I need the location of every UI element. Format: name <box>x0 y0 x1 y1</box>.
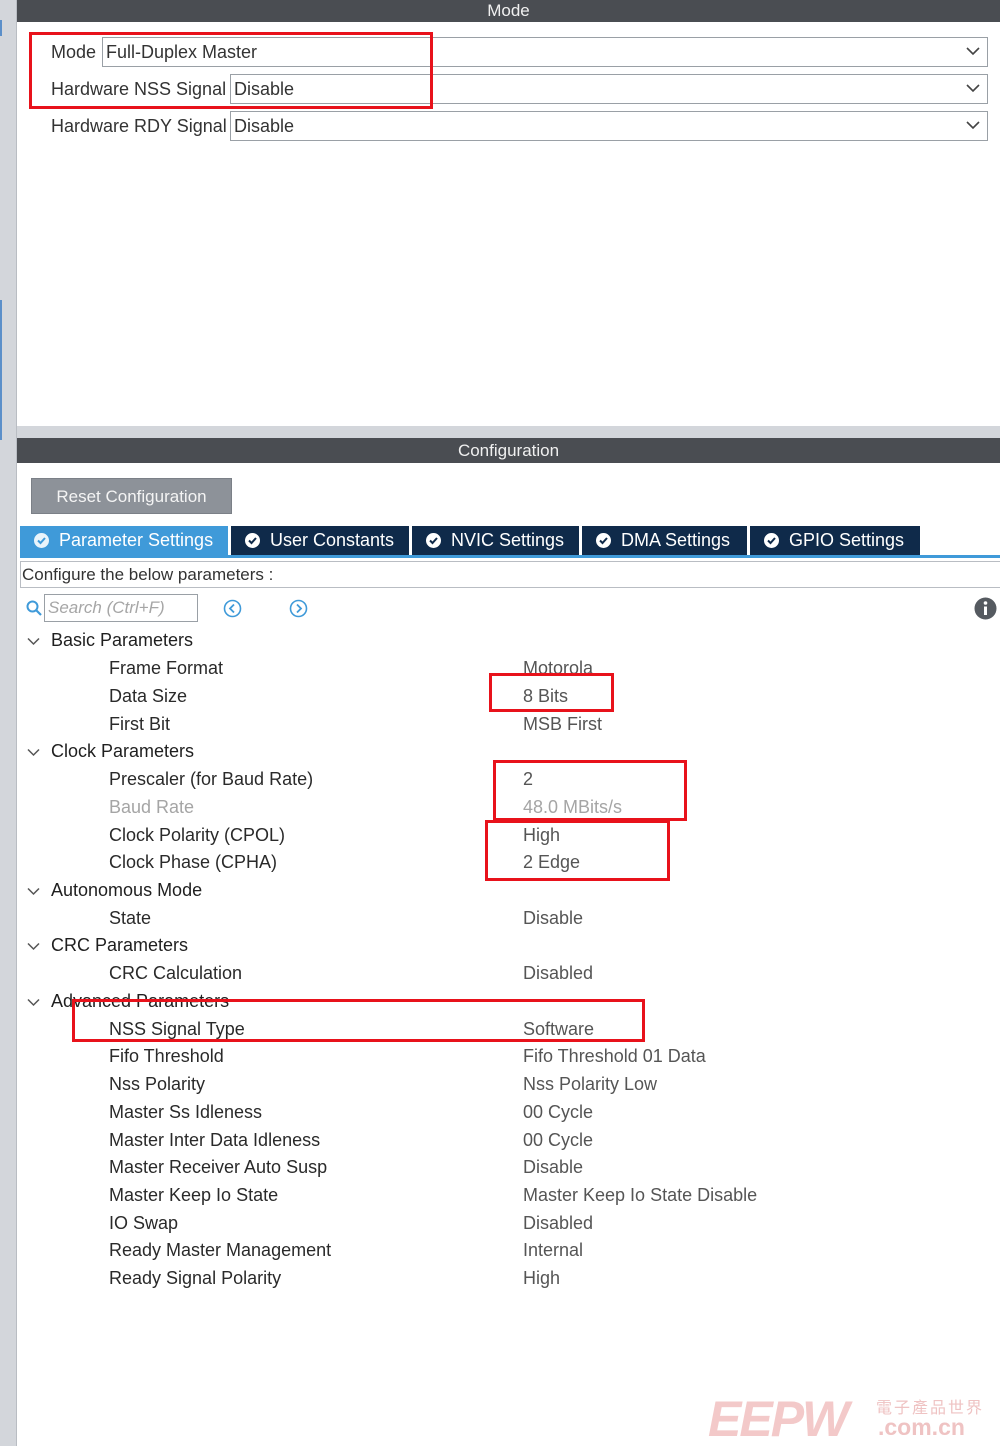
tab-dma-settings[interactable]: DMA Settings <box>582 526 747 555</box>
tab-underline <box>20 555 1000 558</box>
annotation-box <box>29 32 433 109</box>
param-row-fifo-threshold[interactable]: Fifo Threshold Fifo Threshold 01 Data <box>0 1044 1000 1072</box>
param-name: Ready Signal Polarity <box>109 1268 282 1288</box>
chevron-down-icon <box>27 998 40 1007</box>
annotation-box <box>72 999 645 1042</box>
group-label: CRC Parameters <box>51 935 189 955</box>
param-row-state[interactable]: State Disable <box>0 906 1000 934</box>
tab-gpio-settings[interactable]: GPIO Settings <box>750 526 920 555</box>
param-row-ready-master-management[interactable]: Ready Master Management Internal <box>0 1238 1000 1266</box>
chevron-down-icon <box>966 47 980 56</box>
param-name: Master Ss Idleness <box>109 1102 263 1122</box>
param-name: Master Inter Data Idleness <box>109 1130 321 1150</box>
annotation-box <box>489 673 614 712</box>
chevron-down-icon <box>27 748 40 757</box>
chevron-down-icon <box>27 637 40 646</box>
param-name: Master Receiver Auto Susp <box>109 1157 328 1177</box>
param-name: Baud Rate <box>109 797 195 817</box>
param-value: Fifo Threshold 01 Data <box>523 1046 706 1066</box>
param-name: Nss Polarity <box>109 1074 206 1094</box>
param-row-master-keep-io-state[interactable]: Master Keep Io State Master Keep Io Stat… <box>0 1183 1000 1211</box>
tab-bar: Parameter Settings User Constants NVIC S… <box>20 526 923 555</box>
param-value: MSB First <box>523 714 602 734</box>
configure-hint-text: Configure the below parameters : <box>22 565 274 584</box>
check-circle-icon <box>764 533 779 548</box>
tab-user-constants[interactable]: User Constants <box>231 526 409 555</box>
chevron-down-icon <box>966 121 980 130</box>
param-name: Clock Polarity (CPOL) <box>109 825 286 845</box>
tab-label: Parameter Settings <box>59 530 214 550</box>
param-name: Frame Format <box>109 658 224 678</box>
param-row-nss-polarity[interactable]: Nss Polarity Nss Polarity Low <box>0 1072 1000 1100</box>
param-row-first-bit[interactable]: First Bit MSB First <box>0 712 1000 740</box>
configure-hint-bar: Configure the below parameters : <box>20 561 1000 588</box>
param-row-io-swap[interactable]: IO Swap Disabled <box>0 1211 1000 1239</box>
group-label: Clock Parameters <box>51 741 195 761</box>
param-name: First Bit <box>109 714 170 734</box>
tab-label: User Constants <box>270 530 395 550</box>
eepw-watermark: EEPW 電子產品世界 .com.cn <box>708 1388 998 1446</box>
param-value: Disabled <box>523 963 594 983</box>
group-label: Autonomous Mode <box>51 880 203 900</box>
param-row-crc-calculation[interactable]: CRC Calculation Disabled <box>0 961 1000 989</box>
param-row-ready-signal-polarity[interactable]: Ready Signal Polarity High <box>0 1266 1000 1294</box>
param-value: Disabled <box>523 1213 594 1233</box>
mode-header-title: Mode <box>487 1 530 20</box>
check-circle-icon <box>34 533 49 548</box>
param-name: Master Keep Io State <box>109 1185 279 1205</box>
tab-parameter-settings[interactable]: Parameter Settings <box>20 526 228 555</box>
configuration-header: Configuration <box>17 438 1000 463</box>
param-value: Disable <box>523 1157 584 1177</box>
tab-label: DMA Settings <box>621 530 731 550</box>
panel-splitter[interactable] <box>17 426 1000 438</box>
chevron-down-icon <box>966 84 980 93</box>
previous-match-icon[interactable] <box>223 599 242 618</box>
watermark-logo: EEPW <box>708 1391 849 1446</box>
check-circle-icon <box>245 533 260 548</box>
param-name: Prescaler (for Baud Rate) <box>109 769 314 789</box>
annotation-box <box>493 760 687 821</box>
param-name: Fifo Threshold <box>109 1046 224 1066</box>
hardware-rdy-row: Hardware RDY Signal Disable <box>17 111 1000 141</box>
param-value: Nss Polarity Low <box>523 1074 658 1094</box>
reset-configuration-button[interactable]: Reset Configuration <box>31 478 232 514</box>
param-row-master-receiver-auto-susp[interactable]: Master Receiver Auto Susp Disable <box>0 1155 1000 1183</box>
param-value: 00 Cycle <box>523 1130 594 1150</box>
param-name: State <box>109 908 152 928</box>
search-input[interactable] <box>45 595 195 621</box>
gutter-marker <box>0 300 2 440</box>
search-icon <box>26 600 42 616</box>
tab-label: GPIO Settings <box>789 530 905 550</box>
param-name: Ready Master Management <box>109 1240 332 1260</box>
param-value: 00 Cycle <box>523 1102 594 1122</box>
param-value: Master Keep Io State Disable <box>523 1185 758 1205</box>
hardware-rdy-label: Hardware RDY Signal <box>51 116 227 136</box>
chevron-down-icon <box>27 942 40 951</box>
check-circle-icon <box>596 533 611 548</box>
param-value: High <box>523 1268 561 1288</box>
check-circle-icon <box>426 533 441 548</box>
hardware-rdy-value: Disable <box>234 116 295 136</box>
annotation-box <box>485 820 670 881</box>
next-match-icon[interactable] <box>289 599 308 618</box>
mode-header: Mode <box>17 0 1000 22</box>
param-row-master-ss-idleness[interactable]: Master Ss Idleness 00 Cycle <box>0 1100 1000 1128</box>
search-box[interactable] <box>44 594 198 622</box>
gutter-marker <box>0 20 2 36</box>
param-value: Internal <box>523 1240 584 1260</box>
hardware-rdy-select[interactable]: Disable <box>230 111 988 141</box>
param-row-master-inter-data-idleness[interactable]: Master Inter Data Idleness 00 Cycle <box>0 1128 1000 1156</box>
chevron-down-icon <box>27 887 40 896</box>
configuration-header-title: Configuration <box>457 441 560 460</box>
param-name: Clock Phase (CPHA) <box>109 852 278 872</box>
group-label: Basic Parameters <box>51 630 194 650</box>
param-name: CRC Calculation <box>109 963 243 983</box>
info-icon[interactable] <box>974 597 997 620</box>
param-name: Data Size <box>109 686 188 706</box>
param-value: Disable <box>523 908 584 928</box>
watermark-domain: .com.cn <box>878 1414 965 1440</box>
tab-nvic-settings[interactable]: NVIC Settings <box>412 526 579 555</box>
tab-label: NVIC Settings <box>451 530 565 550</box>
param-name: IO Swap <box>109 1213 179 1233</box>
